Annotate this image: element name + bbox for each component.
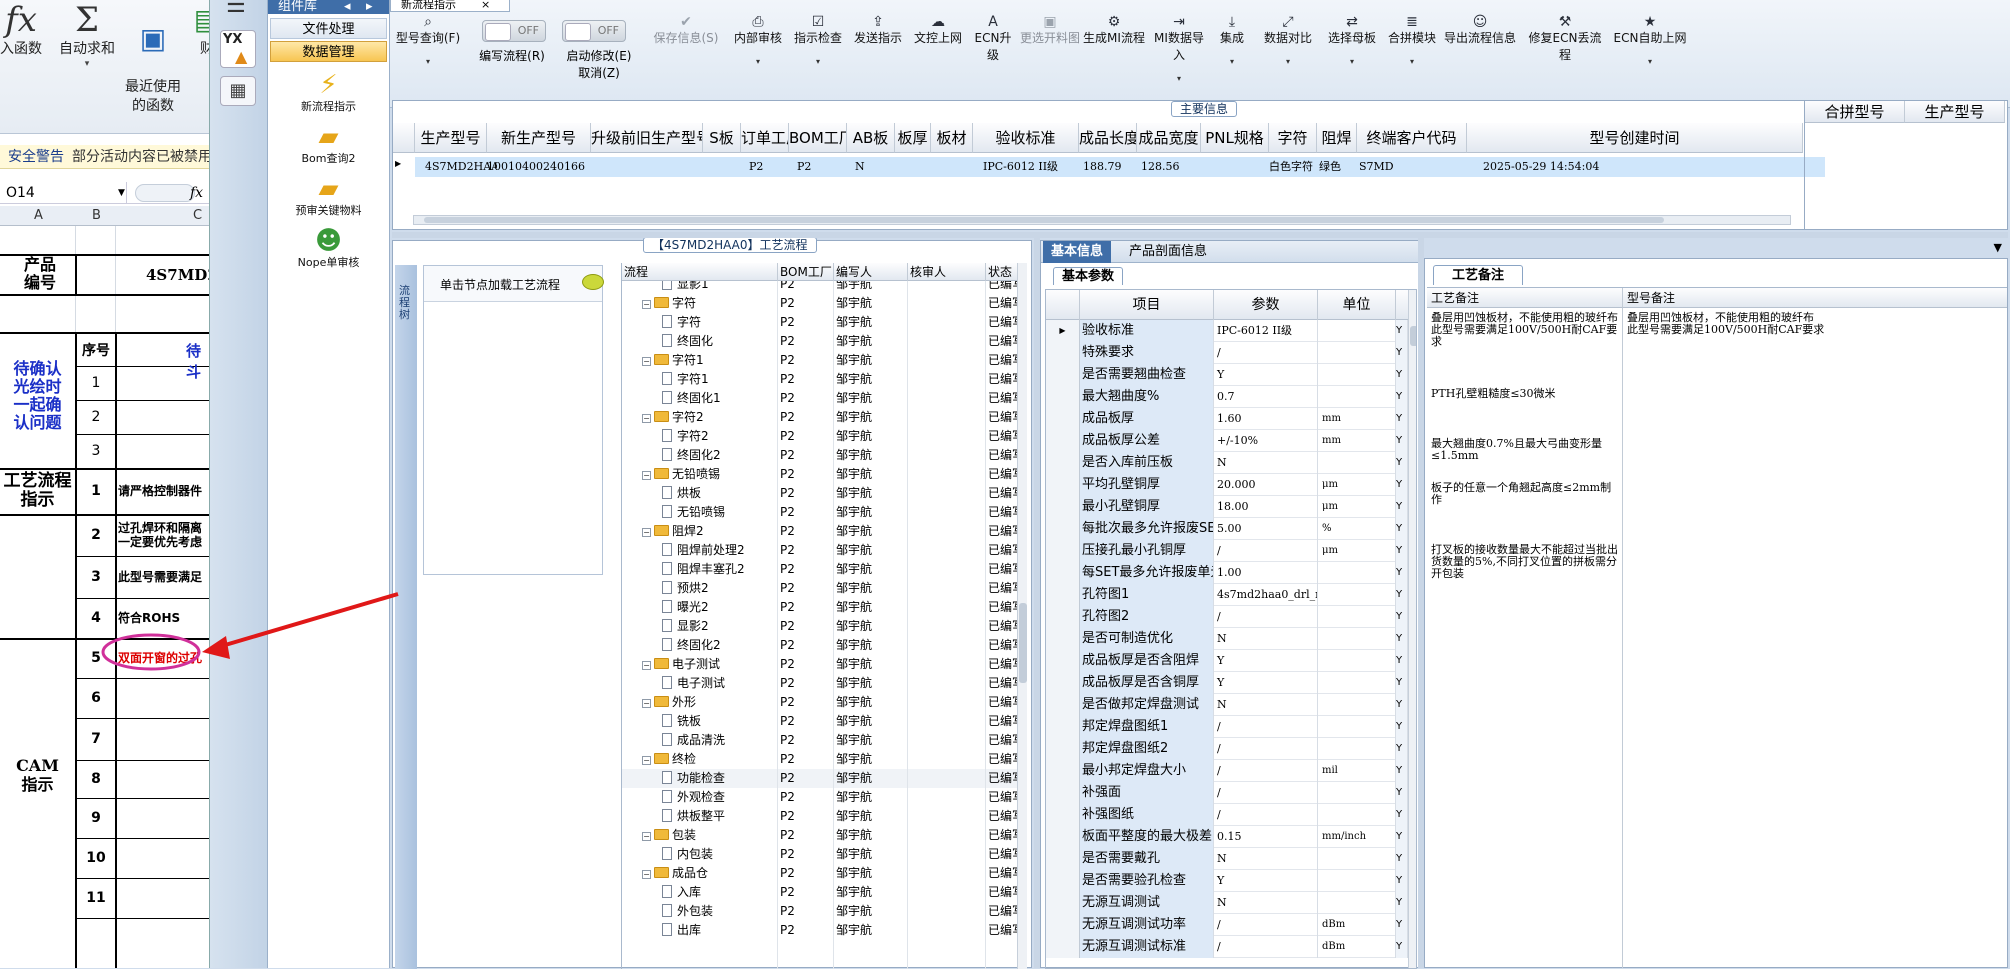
arrow-head-icon xyxy=(202,636,230,659)
annotation-arrow xyxy=(214,592,399,650)
annotation-overlay xyxy=(101,592,399,671)
highlight-ellipse xyxy=(101,633,201,671)
